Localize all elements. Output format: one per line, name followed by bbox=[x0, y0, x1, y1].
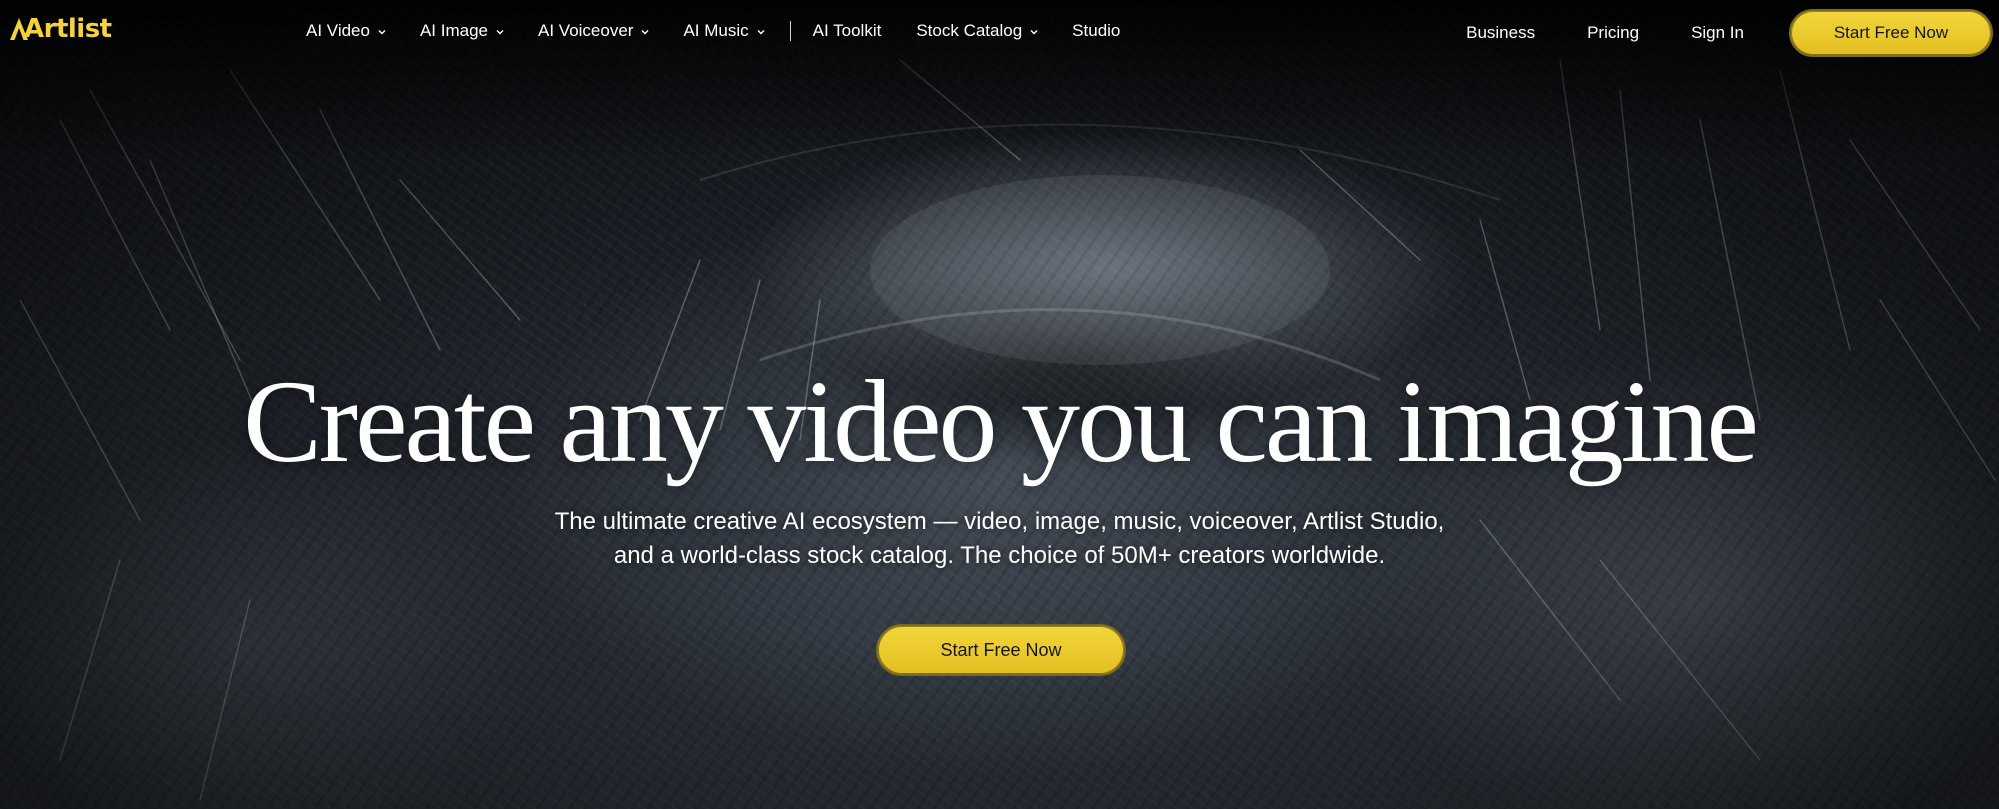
nav-item-label: AI Voiceover bbox=[538, 21, 634, 40]
hero-subtext-line-1: The ultimate creative AI ecosystem — vid… bbox=[554, 508, 1445, 535]
nav-item-label: AI Image bbox=[419, 21, 489, 40]
nav-item-business[interactable]: Business bbox=[1466, 23, 1535, 43]
nav-item-ai-video[interactable]: AI Video bbox=[306, 21, 386, 41]
start-free-now-nav-button[interactable]: Start Free Now bbox=[1789, 9, 1993, 57]
nav-item-label: Business bbox=[1466, 23, 1536, 42]
chevron-down-icon bbox=[378, 29, 386, 34]
hero-subtext: The ultimate creative AI ecosystem — vid… bbox=[0, 505, 1999, 573]
nav-item-label: Studio bbox=[1072, 21, 1121, 40]
artlist-logo-text: Artlist bbox=[24, 14, 112, 44]
chevron-down-icon bbox=[1030, 29, 1038, 34]
nav-item-label: Sign In bbox=[1691, 23, 1744, 42]
chevron-down-icon bbox=[641, 29, 649, 34]
hero-headline: Create any video you can imagine bbox=[243, 356, 1759, 487]
nav-item-ai-music[interactable]: AI Music bbox=[683, 21, 765, 41]
chevron-down-icon bbox=[496, 29, 504, 34]
nav-item-ai-image[interactable]: AI Image bbox=[420, 21, 504, 41]
primary-nav: AI Video AI Image AI Voiceover AI Music … bbox=[306, 21, 1120, 41]
hero-subtext-line-2: and a world-class stock catalog. The cho… bbox=[613, 542, 1386, 569]
nav-item-label: Pricing bbox=[1587, 23, 1640, 42]
nav-item-label: AI Toolkit bbox=[812, 21, 882, 40]
page: Artlist AI Video AI Image AI Voiceover A… bbox=[0, 0, 1999, 809]
sign-in-link[interactable]: Sign In bbox=[1691, 23, 1744, 43]
nav-item-label: Stock Catalog bbox=[916, 21, 1023, 40]
top-navigation: Artlist AI Video AI Image AI Voiceover A… bbox=[0, 0, 1999, 66]
nav-item-pricing[interactable]: Pricing bbox=[1587, 23, 1639, 43]
chevron-down-icon bbox=[757, 29, 765, 34]
nav-item-stock-catalog[interactable]: Stock Catalog bbox=[916, 21, 1038, 41]
nav-divider bbox=[789, 21, 791, 41]
nav-item-ai-voiceover[interactable]: AI Voiceover bbox=[538, 21, 649, 41]
nav-item-label: AI Music bbox=[683, 21, 749, 40]
nav-item-studio[interactable]: Studio bbox=[1072, 21, 1120, 41]
nav-item-label: AI Video bbox=[306, 21, 370, 40]
artlist-logo[interactable]: Artlist bbox=[9, 14, 112, 44]
start-free-now-hero-button[interactable]: Start Free Now bbox=[876, 624, 1126, 676]
nav-right-group: Business Pricing Sign In Start Free Now bbox=[1466, 9, 1993, 57]
nav-item-ai-toolkit[interactable]: AI Toolkit bbox=[813, 21, 882, 41]
